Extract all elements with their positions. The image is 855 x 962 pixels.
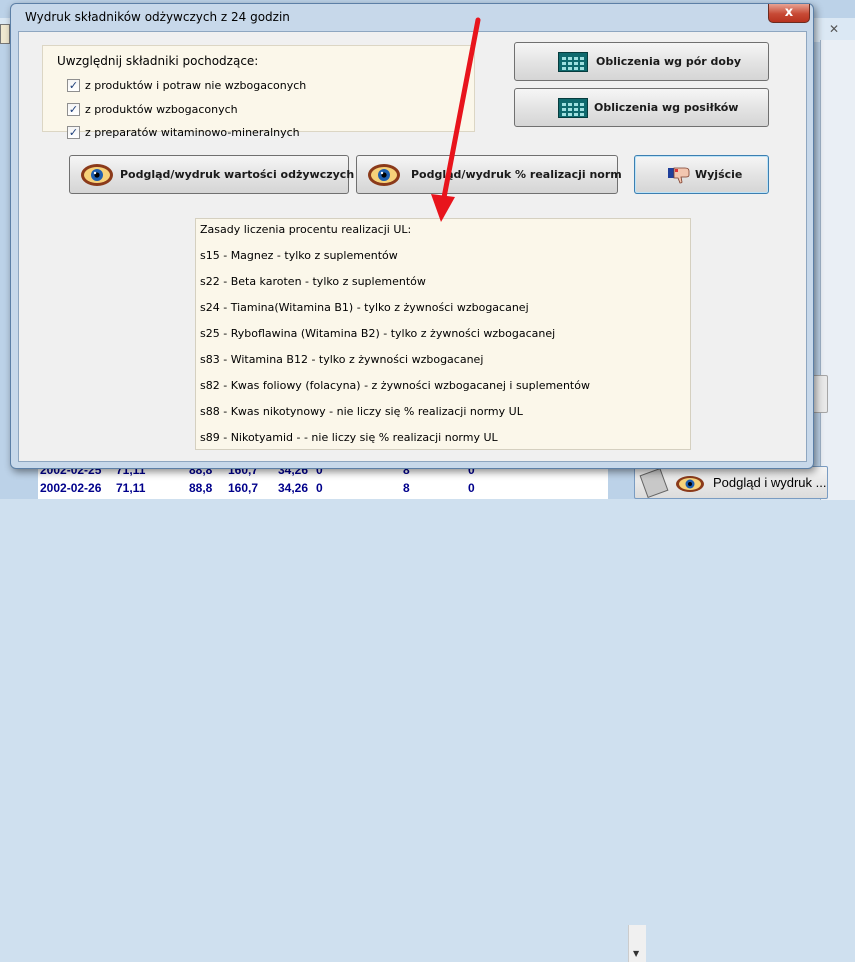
sources-groupbox: Uwzględnij składniki pochodzące: ✓ z pro… [42,45,475,139]
ul-rules-heading: Zasady liczenia procentu realizacji UL: [200,223,412,236]
ul-rule-line: s15 - Magnez - tylko z suplementów [200,249,398,262]
checkbox-label[interactable]: z preparatów witaminowo-mineralnych [85,126,300,139]
table-cell: 88,8 [189,481,213,495]
checkbox-checked-icon[interactable]: ✓ [67,79,80,92]
preview-norms-button[interactable]: Podgląd/wydruk % realizacji norm [356,155,622,194]
ul-rule-line: s82 - Kwas foliowy (folacyna) - z żywnoś… [200,379,590,392]
table-scrollbar[interactable]: ▼ [628,925,646,962]
table-cell: 0 [468,481,475,495]
ul-rule-line: s83 - Witamina B12 - tylko z żywności wz… [200,353,484,366]
calculator-icon [558,52,588,72]
exit-label: Wyjście [695,168,743,181]
calc-by-daytime-label: Obliczenia wg pór doby [596,55,742,68]
ul-rule-line: s24 - Tiamina(Witamina B1) - tylko z żyw… [200,301,529,314]
table-cell-date: 2002-02-26 [40,481,102,495]
table-cell: 160,7 [228,481,259,495]
dialog-close-button[interactable]: x [768,4,810,23]
sources-group-title: Uwzględnij składniki pochodzące: [57,54,259,68]
ul-rule-line: s22 - Beta karoten - tylko z suplementów [200,275,426,288]
background-side-button[interactable] [812,375,828,413]
checkbox-label[interactable]: z produktów i potraw nie wzbogaconych [85,79,306,92]
background-preview-button[interactable]: Podgląd i wydruk ... [634,466,828,499]
background-left-icon [0,24,10,44]
exit-button[interactable]: Wyjście [634,155,769,194]
ul-rule-line: s88 - Kwas nikotynowy - nie liczy się % … [200,405,523,418]
ul-rules-panel: Zasady liczenia procentu realizacji UL: … [195,218,691,450]
dialog-client-area: Uwzględnij składniki pochodzące: ✓ z pro… [18,31,807,462]
preview-values-button[interactable]: Podgląd/wydruk wartości odżywczych [69,155,354,194]
preview-norms-label: Podgląd/wydruk % realizacji norm [411,168,622,181]
printer-icon [639,467,669,499]
checkbox-checked-icon[interactable]: ✓ [67,126,80,139]
eye-icon [81,164,113,186]
thumbs-down-hand-icon [668,167,690,184]
scroll-down-icon[interactable]: ▼ [633,949,639,958]
table-cell: 8 [403,481,410,495]
calc-by-meals-button[interactable]: Obliczenia wg posiłków [514,88,769,127]
table-cell: 34,26 [278,481,309,495]
preview-values-label: Podgląd/wydruk wartości odżywczych [120,168,355,181]
checkbox-label[interactable]: z produktów wzbogaconych [85,103,238,116]
ul-rule-line: s89 - Nikotyamid - - nie liczy się % rea… [200,431,498,444]
table-cell: 0 [316,481,323,495]
background-right-panel [820,40,855,500]
dialog-title: Wydruk składników odżywczych z 24 godzin [25,10,290,24]
background-close-icon[interactable]: ✕ [825,22,843,36]
calc-by-daytime-button[interactable]: Obliczenia wg pór doby [514,42,769,81]
calculator-icon [558,98,588,118]
checkbox-checked-icon[interactable]: ✓ [67,103,80,116]
table-row[interactable]: 2002-02-26 71,11 88,8 160,7 34,26 0 8 0 [38,481,608,497]
ul-rule-line: s25 - Ryboflawina (Witamina B2) - tylko … [200,327,556,340]
eye-icon [676,476,704,492]
background-preview-label: Podgląd i wydruk ... [713,475,827,490]
table-cell: 71,11 [116,481,146,495]
eye-icon [368,164,400,186]
calc-by-meals-label: Obliczenia wg posiłków [594,101,739,114]
print-dialog: Wydruk składników odżywczych z 24 godzin… [10,3,814,469]
